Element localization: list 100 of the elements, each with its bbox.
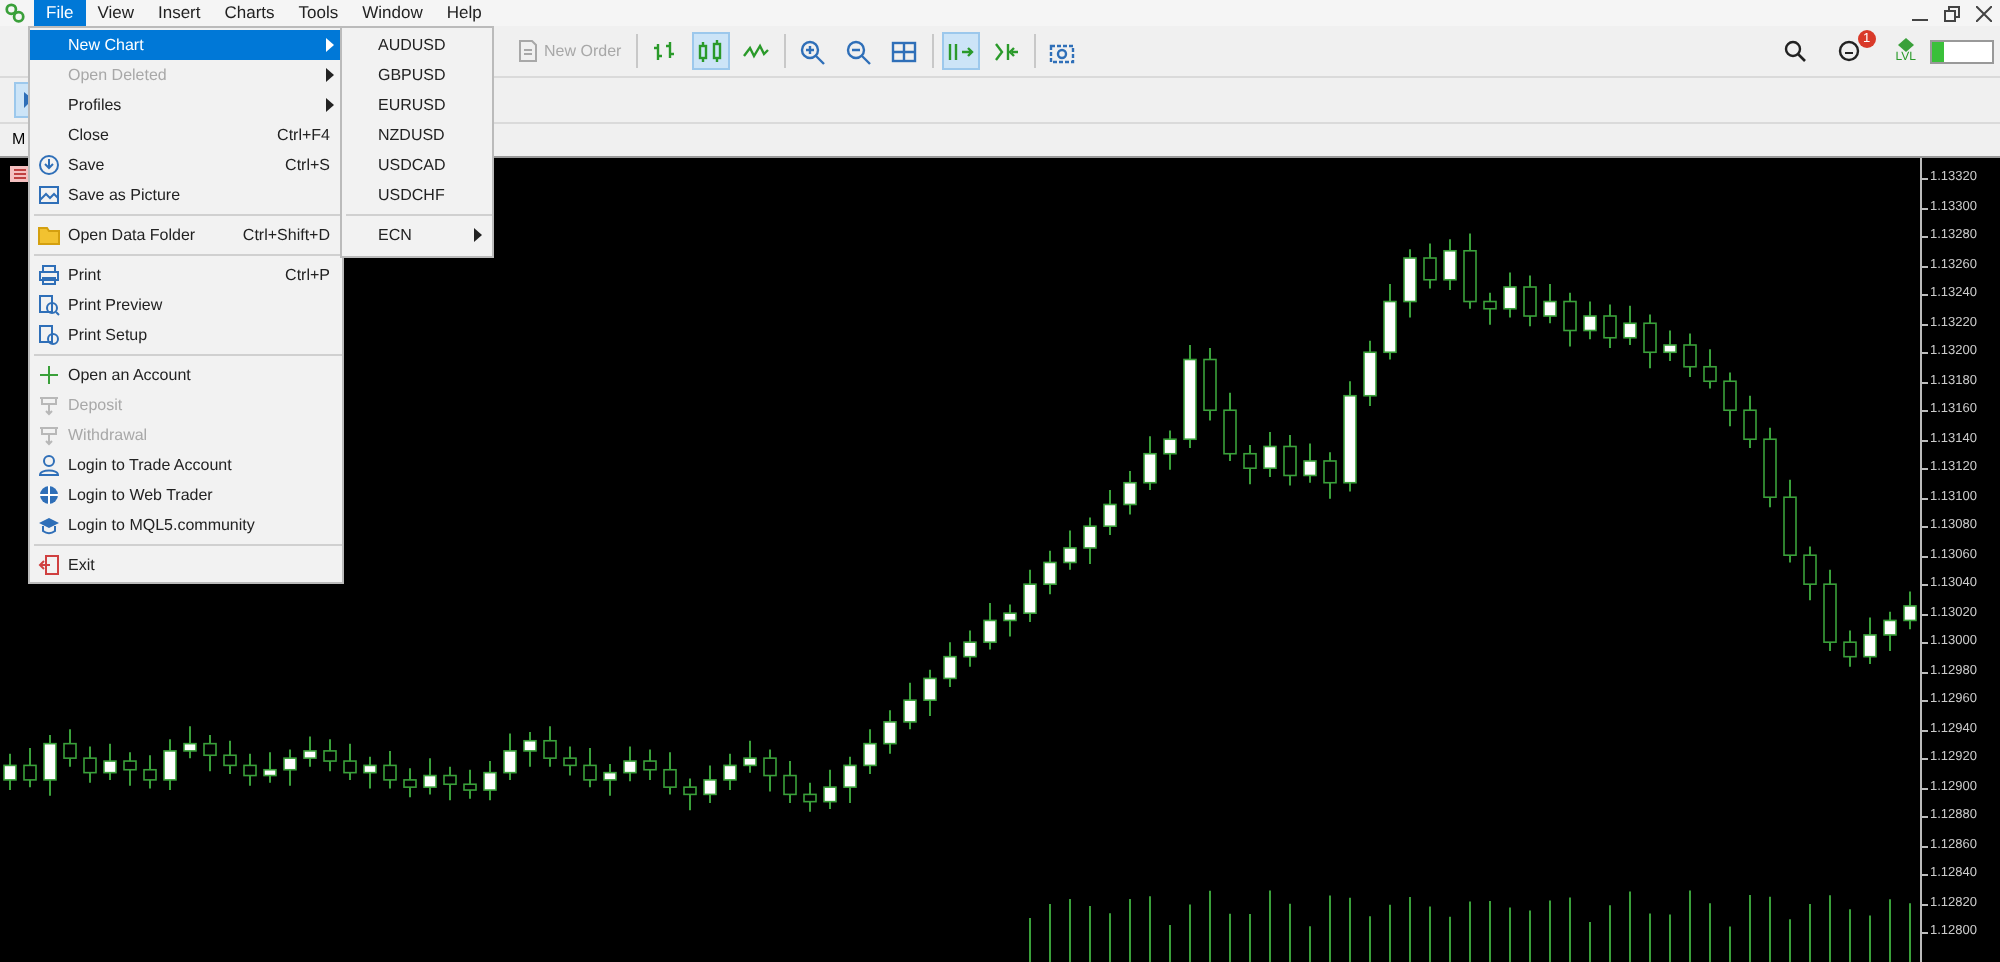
menu-item[interactable]: GBPUSD: [342, 60, 492, 90]
menu-item[interactable]: Save Ctrl+S: [30, 150, 342, 180]
candlestick: [1703, 348, 1717, 390]
grid-icon: [890, 37, 919, 65]
candlestick: [1663, 329, 1677, 362]
deposit-icon: [38, 394, 60, 416]
autoscroll-button[interactable]: [941, 32, 980, 70]
menu-item[interactable]: Print Ctrl+P: [30, 260, 342, 290]
candlestick: [423, 757, 437, 796]
candlestick: [363, 755, 377, 790]
submenu-arrow-icon: [326, 38, 334, 52]
menu-item[interactable]: EURUSD: [342, 90, 492, 120]
menu-bar-item[interactable]: Help: [434, 0, 494, 26]
candlestick: [1723, 371, 1737, 428]
candlestick: [283, 748, 297, 787]
candlestick: [1363, 339, 1377, 407]
menu-item[interactable]: Login to Trade Account: [30, 450, 342, 480]
candlestick: [1003, 603, 1017, 638]
candlestick: [923, 668, 937, 718]
candlestick: [1403, 248, 1417, 319]
submenu-arrow-icon: [326, 68, 334, 82]
candlestick: [743, 739, 757, 774]
menu-bar-item[interactable]: Insert: [145, 0, 213, 26]
candlestick: [1543, 283, 1557, 325]
menu-item[interactable]: Profiles: [30, 90, 342, 120]
chart-tab[interactable]: M: [12, 130, 26, 150]
candlestick: [543, 725, 557, 768]
user-icon: [38, 454, 60, 476]
menu-bar-item[interactable]: Charts: [212, 0, 287, 26]
candlestick: [1163, 429, 1177, 471]
candlestick: [1643, 313, 1657, 370]
candlestick: [643, 748, 657, 781]
menu-bar-item[interactable]: Window: [350, 0, 435, 26]
printer-icon: [38, 264, 60, 286]
candlestick: [1223, 391, 1237, 462]
candlestick: [943, 641, 957, 689]
save-icon: [38, 154, 60, 176]
notifications-button[interactable]: [1833, 36, 1864, 66]
candlestick: [1243, 444, 1257, 486]
candlestick: [983, 602, 997, 651]
candlestick: [1283, 433, 1297, 487]
candlestick: [63, 728, 77, 768]
app-logo-icon: [4, 2, 26, 24]
candlestick: [443, 765, 457, 802]
menu-bar-item[interactable]: View: [85, 0, 146, 26]
menu-item[interactable]: Close Ctrl+F4: [30, 120, 342, 150]
candlestick: [683, 777, 697, 812]
menu-item[interactable]: Save as Picture: [30, 180, 342, 210]
candlestick: [903, 681, 917, 731]
exit-icon: [38, 554, 60, 576]
candlestick: [763, 748, 777, 793]
candlestick: [1623, 304, 1637, 346]
close-icon[interactable]: [1976, 5, 1992, 21]
candlestick-button[interactable]: [691, 32, 730, 70]
menu-item[interactable]: USDCHF: [342, 180, 492, 210]
candlestick: [1303, 442, 1317, 484]
menu-item[interactable]: Login to Web Trader: [30, 480, 342, 510]
candlestick: [1423, 242, 1437, 290]
menu-bar-item[interactable]: File: [34, 0, 86, 26]
candlestick: [143, 754, 157, 790]
menu-item[interactable]: ECN: [342, 220, 492, 250]
menu-item[interactable]: Login to MQL5.community: [30, 510, 342, 540]
candlestick: [223, 739, 237, 776]
candlestick: [1743, 394, 1757, 449]
candlestick: [83, 745, 97, 784]
candlestick: [1503, 271, 1517, 319]
menu-item[interactable]: NZDUSD: [342, 120, 492, 150]
candlestick: [663, 751, 677, 796]
candlestick: [103, 742, 117, 781]
menu-item[interactable]: USDCAD: [342, 150, 492, 180]
folder-icon: [38, 224, 60, 246]
menu-item[interactable]: Open Data Folder Ctrl+Shift+D: [30, 220, 342, 250]
candlestick: [303, 735, 317, 768]
menu-item[interactable]: Open an Account: [30, 360, 342, 390]
menu-item[interactable]: AUDUSD: [342, 30, 492, 60]
search-icon[interactable]: [1783, 40, 1806, 62]
candlestick: [463, 768, 477, 800]
candlestick: [1523, 274, 1537, 328]
menu-item[interactable]: New Chart: [30, 30, 342, 60]
candlestick: [1083, 516, 1097, 565]
candlestick: [203, 733, 217, 773]
candlestick: [1603, 303, 1617, 349]
bar-chart-icon: [650, 37, 679, 65]
menu-bar-item[interactable]: Tools: [286, 0, 351, 26]
candlestick: [563, 745, 577, 777]
candlestick: [383, 749, 397, 790]
candlestick: [783, 760, 797, 805]
candlestick: [603, 762, 617, 797]
candlestick: [243, 752, 257, 787]
diamond-icon: [1897, 37, 1914, 51]
submenu-arrow-icon: [326, 98, 334, 112]
submenu-arrow-icon: [474, 228, 482, 242]
menu-item[interactable]: Exit: [30, 550, 342, 580]
picture-icon: [38, 184, 60, 206]
restore-icon[interactable]: [1944, 5, 1960, 21]
chart-symbol-icon: [10, 166, 30, 182]
candlestick: [123, 751, 137, 787]
candlestick-icon: [696, 37, 725, 65]
menu-item[interactable]: Print Preview: [30, 290, 342, 320]
menu-item[interactable]: Print Setup: [30, 320, 342, 350]
